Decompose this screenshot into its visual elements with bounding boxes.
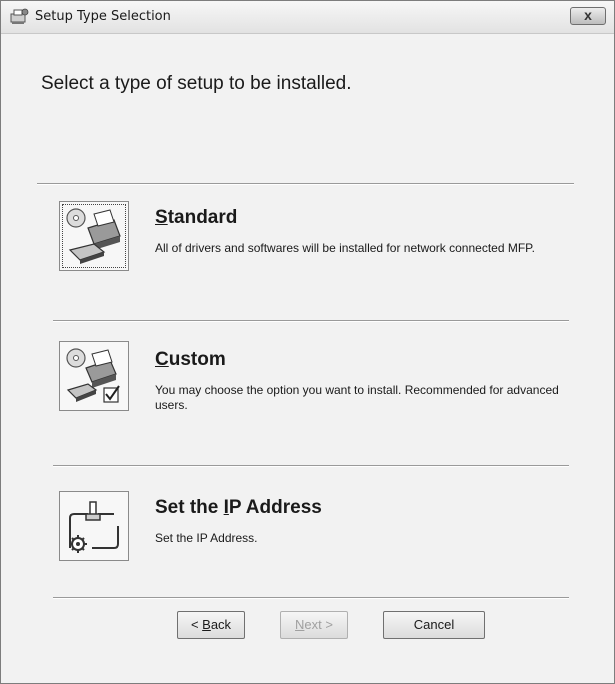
- close-icon: x: [584, 7, 592, 23]
- close-button[interactable]: x: [570, 7, 606, 25]
- network-address-icon-graphic: [69, 501, 119, 553]
- page-heading: Select a type of setup to be installed.: [41, 73, 352, 94]
- network-address-icon[interactable]: [59, 491, 129, 561]
- option-title-set-ip-address: Set the IP Address: [155, 497, 322, 519]
- divider: [53, 465, 569, 467]
- option-description-standard: All of drivers and softwares will be ins…: [155, 241, 535, 255]
- option-title-standard: Standard: [155, 207, 237, 229]
- title-text: ustom: [168, 349, 226, 370]
- window-title: Setup Type Selection: [35, 9, 171, 24]
- title-bar: Setup Type Selection x: [1, 1, 614, 34]
- printer-setup-icon-graphic: [66, 208, 121, 264]
- option-set-ip-address[interactable]: Set the IP Address Set the IP Address.: [41, 491, 571, 571]
- accelerator-key: B: [202, 617, 211, 632]
- custom-setup-icon[interactable]: [59, 341, 129, 411]
- title-text: P Address: [228, 497, 322, 518]
- divider: [37, 183, 574, 185]
- divider: [53, 597, 569, 599]
- button-label: <: [190, 617, 203, 632]
- option-standard[interactable]: Standard All of drivers and softwares wi…: [41, 197, 571, 287]
- title-text: Set the: [155, 497, 224, 518]
- accelerator-key: S: [155, 207, 168, 228]
- option-description-custom: You may choose the option you want to in…: [155, 383, 559, 412]
- next-button[interactable]: Next >: [280, 611, 348, 639]
- back-button[interactable]: < Back: [177, 611, 245, 639]
- option-title-custom: Custom: [155, 349, 226, 371]
- button-label: ext >: [304, 617, 333, 632]
- option-description-set-ip-address: Set the IP Address.: [155, 531, 258, 545]
- divider: [53, 320, 569, 322]
- title-text: tandard: [167, 207, 238, 228]
- setup-app-icon: [10, 8, 29, 24]
- button-label: Cancel: [413, 617, 455, 632]
- accelerator-key: N: [295, 617, 305, 632]
- setup-type-window: Setup Type Selection x Select a type of …: [0, 0, 615, 684]
- option-custom[interactable]: Custom You may choose the option you wan…: [41, 341, 571, 431]
- button-label: ack: [210, 617, 232, 632]
- printer-setup-icon[interactable]: [59, 201, 129, 271]
- accelerator-key: C: [155, 349, 169, 370]
- custom-setup-icon-graphic: [66, 348, 120, 403]
- cancel-button[interactable]: Cancel: [383, 611, 485, 639]
